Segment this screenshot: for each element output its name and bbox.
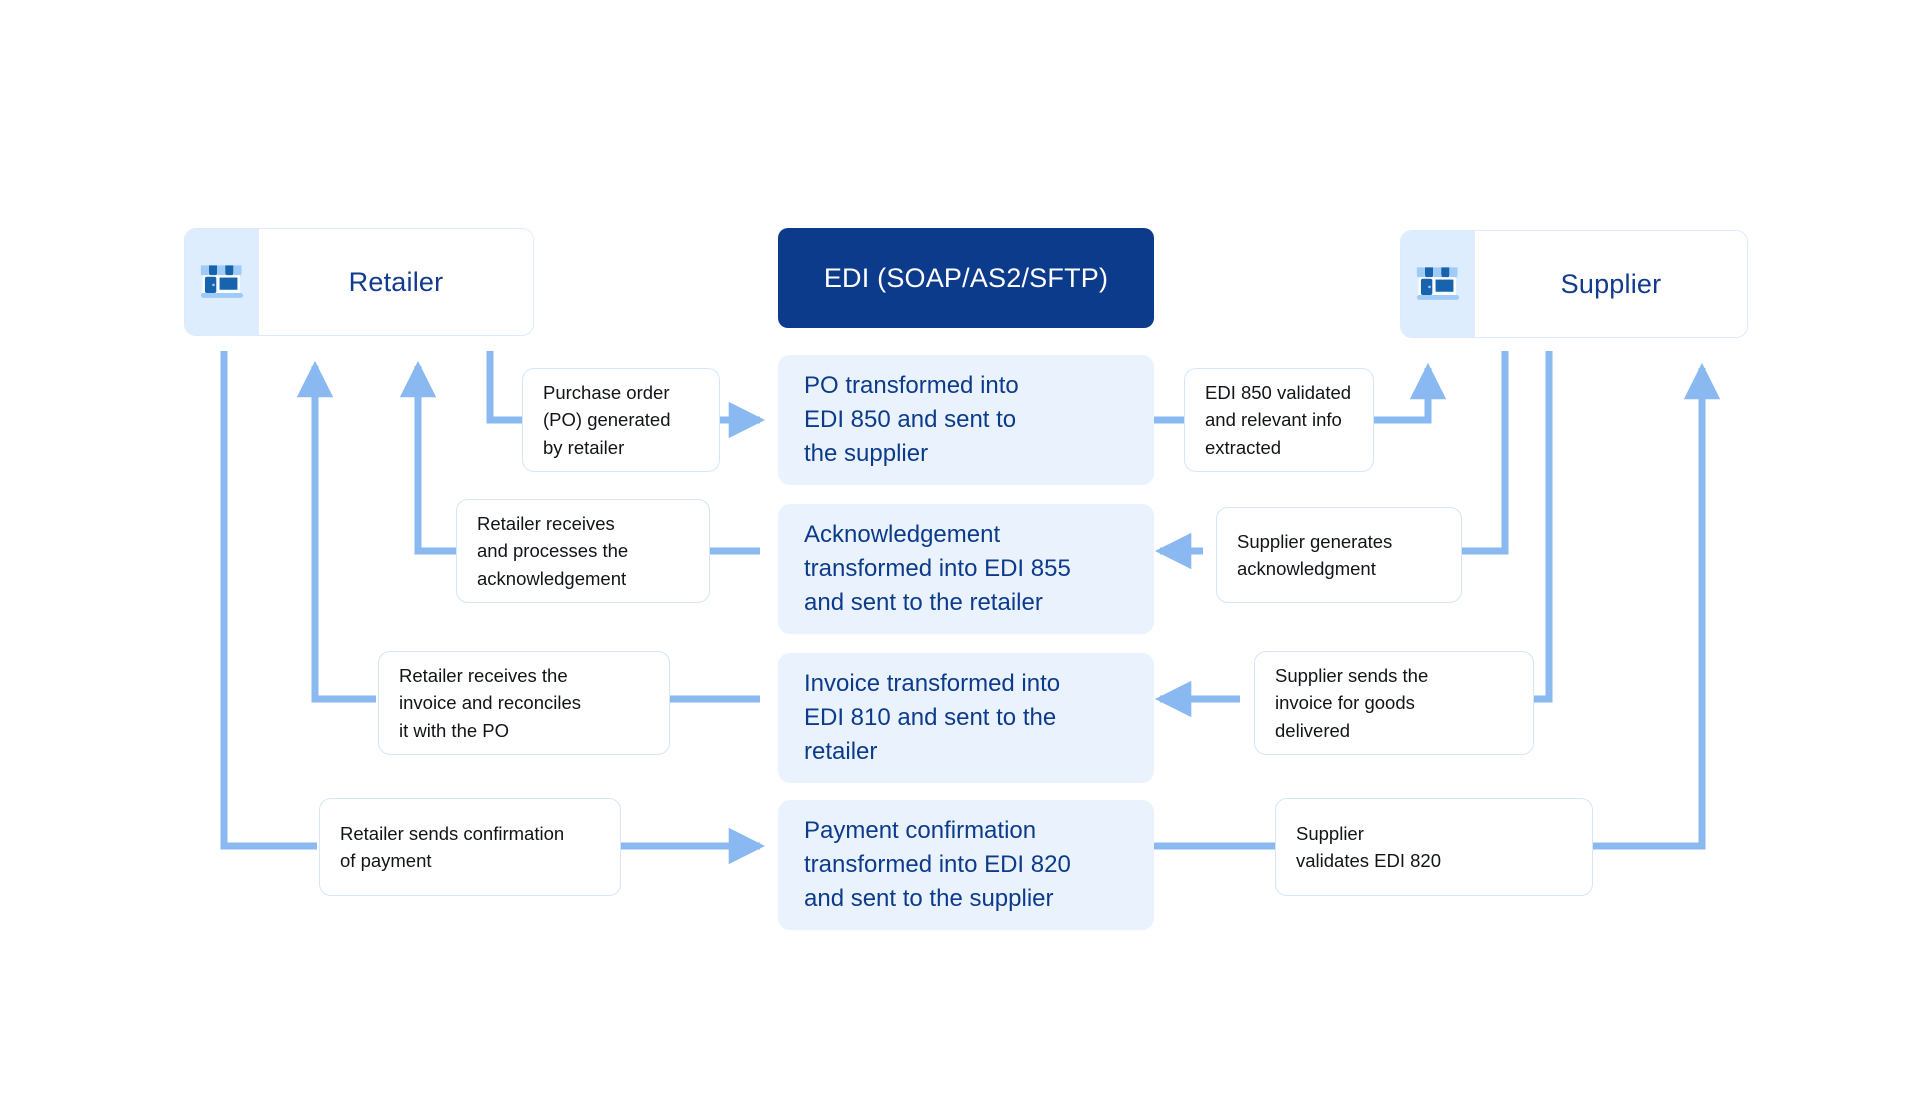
supplier-label: Supplier (1560, 268, 1662, 299)
note-box-retailer-reconciles-invoice[interactable]: Retailer receives the invoice and reconci… (378, 651, 670, 755)
retailer-label: Retailer (348, 266, 444, 297)
diagram-canvas: Retailer Supplier EDI (SOAP/AS2/SFTP) Pu… (0, 0, 1920, 1108)
wire-retailer-ack-note-to-retailer (399, 360, 458, 555)
storefront-icon (196, 254, 248, 311)
wire-supplier-to-invoice-note (1532, 351, 1553, 703)
step-box-payment-820-text: Payment confirmation transformed into EDI… (804, 816, 1071, 913)
step-box-ack-855[interactable]: Acknowledgement transformed into EDI 855 a… (778, 504, 1154, 634)
note-box-po-generated[interactable]: Purchase order (PO) generated by retailer (522, 368, 720, 472)
edi-header-banner: EDI (SOAP/AS2/SFTP) (778, 228, 1154, 328)
storefront-icon (1412, 256, 1464, 313)
note-box-retailer-reconciles-invoice-text: Retailer receives the invoice and reconci… (399, 664, 582, 741)
retailer-icon-pane (185, 229, 259, 335)
note-box-edi850-validated[interactable]: EDI 850 validated and relevant info extrac… (1184, 368, 1374, 472)
step-box-invoice-810[interactable]: Invoice transformed into EDI 810 and sent… (778, 653, 1154, 783)
note-box-retailer-sends-payment-text: Retailer sends confirmation of payment (340, 822, 565, 871)
party-card-retailer[interactable]: Retailer (184, 228, 534, 336)
step-box-po-850[interactable]: PO transformed into EDI 850 and sent to th… (778, 355, 1154, 485)
wire-retailer-invoice-note-to-retailer (296, 360, 376, 703)
retailer-label-pane: Retailer (259, 229, 533, 335)
step-box-payment-820[interactable]: Payment confirmation transformed into EDI… (778, 800, 1154, 930)
supplier-icon-pane (1401, 231, 1475, 337)
note-box-retailer-processes-ack-text: Retailer receives and processes the acknow… (477, 512, 629, 589)
note-box-supplier-validates-820[interactable]: Supplier validates EDI 820 (1275, 798, 1593, 896)
wire-retailer-to-payment-note (220, 351, 317, 850)
step-box-ack-855-text: Acknowledgement transformed into EDI 855 a… (804, 520, 1071, 617)
note-box-supplier-generates-ack-text: Supplier generates acknowledgment (1237, 530, 1393, 579)
party-card-supplier[interactable]: Supplier (1400, 230, 1748, 338)
note-box-supplier-validates-820-text: Supplier validates EDI 820 (1296, 822, 1442, 871)
wire-supplier-payment-note-to-supplier (1591, 362, 1721, 850)
wire-supplier-to-ack-note (1462, 351, 1509, 555)
supplier-label-pane: Supplier (1475, 231, 1747, 337)
note-box-edi850-validated-text: EDI 850 validated and relevant info extrac… (1205, 381, 1352, 458)
note-box-supplier-sends-invoice-text: Supplier sends the invoice for goods deliv… (1275, 664, 1429, 741)
wire-retailer-to-po-note (486, 351, 524, 424)
edi-header-label: EDI (SOAP/AS2/SFTP) (823, 262, 1109, 293)
note-box-po-generated-text: Purchase order (PO) generated by retailer (543, 381, 671, 458)
step-box-po-850-text: PO transformed into EDI 850 and sent to th… (804, 371, 1019, 468)
note-box-retailer-processes-ack[interactable]: Retailer receives and processes the acknow… (456, 499, 710, 603)
step-box-invoice-810-text: Invoice transformed into EDI 810 and sent… (804, 669, 1061, 766)
note-box-retailer-sends-payment[interactable]: Retailer sends confirmation of payment (319, 798, 621, 896)
note-box-supplier-generates-ack[interactable]: Supplier generates acknowledgment (1216, 507, 1462, 603)
note-box-supplier-sends-invoice[interactable]: Supplier sends the invoice for goods deliv… (1254, 651, 1534, 755)
wire-edi850-note-to-supplier (1372, 362, 1447, 424)
